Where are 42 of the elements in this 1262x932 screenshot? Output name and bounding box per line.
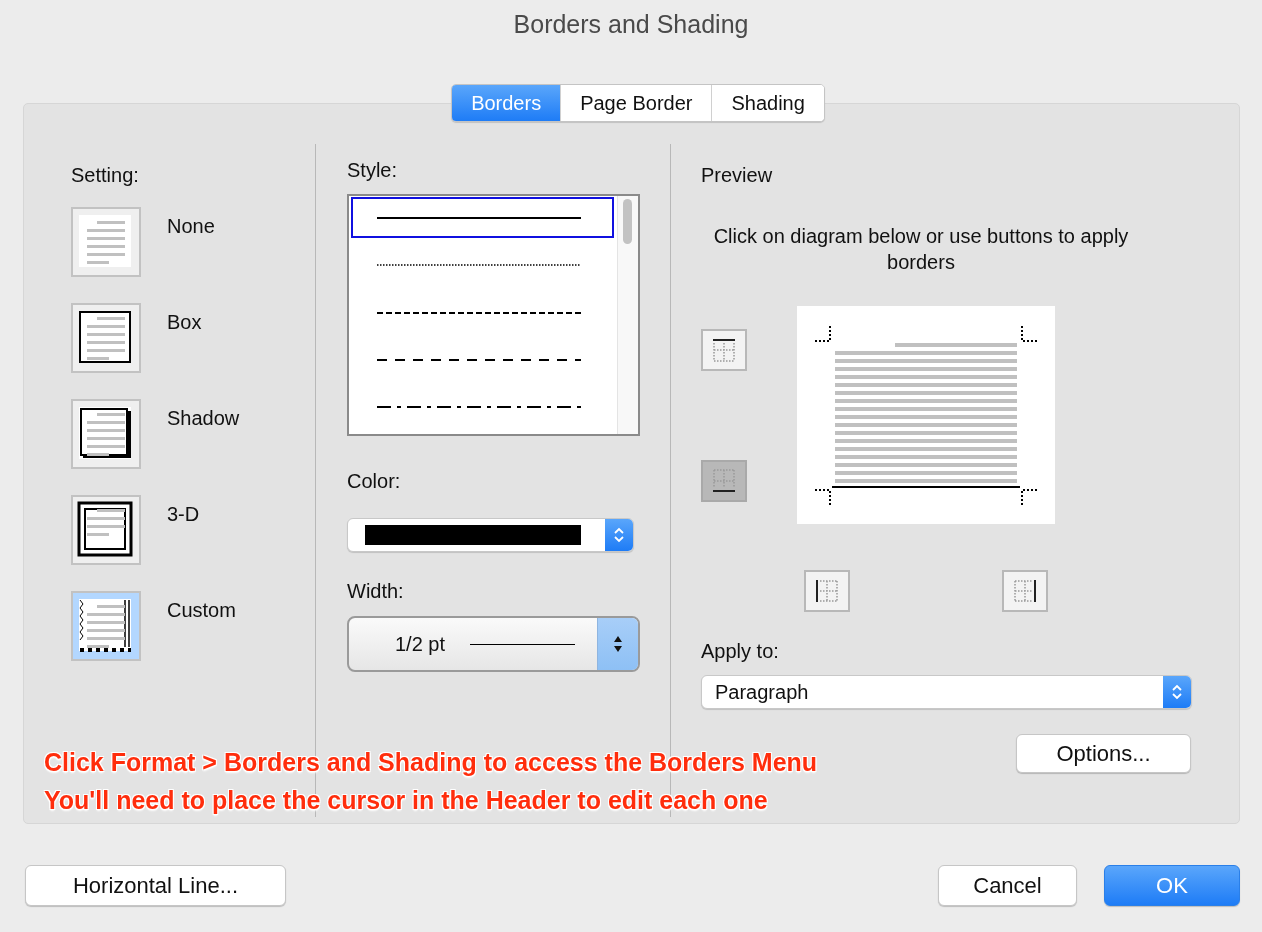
- right-border-button[interactable]: [1002, 570, 1048, 612]
- apply-to-label: Apply to:: [701, 640, 779, 663]
- setting-option[interactable]: [71, 399, 141, 469]
- setting-option[interactable]: [71, 303, 141, 373]
- left-border-button[interactable]: [804, 570, 850, 612]
- line-sample-icon: [377, 357, 581, 362]
- line-sample-icon: [377, 405, 581, 410]
- cancel-button[interactable]: Cancel: [938, 865, 1077, 906]
- line-sample-icon: [377, 310, 581, 315]
- line-sample-icon: [377, 215, 581, 220]
- setting-option[interactable]: [71, 495, 141, 565]
- options-button[interactable]: Options...: [1016, 734, 1191, 773]
- scroll-thumb[interactable]: [623, 199, 632, 244]
- setting-option-label: None: [167, 215, 215, 238]
- page-three-d-icon: [77, 501, 135, 559]
- annotation-text: Click Format > Borders and Shading to access the Borders Menu: [44, 747, 818, 778]
- preview-instruction: Click on diagram below or use buttons to apply borders: [712, 224, 1130, 275]
- color-dropdown[interactable]: [347, 518, 634, 552]
- width-dropdown[interactable]: 1/2 pt: [347, 616, 640, 672]
- color-label: Color:: [347, 470, 401, 493]
- window-title: Borders and Shading: [513, 9, 749, 39]
- chevron-updown-icon: [613, 526, 625, 544]
- up-down-arrows-icon: [613, 634, 623, 654]
- setting-option-label: Box: [167, 311, 202, 334]
- chevron-updown-icon: [1171, 683, 1183, 701]
- apply-to-dropdown[interactable]: Paragraph: [701, 675, 1192, 709]
- setting-option-label: Custom: [167, 599, 236, 622]
- horizontal-line-button[interactable]: Horizontal Line...: [25, 865, 286, 906]
- line-sample-icon: [377, 263, 581, 268]
- top-border-button[interactable]: [701, 329, 747, 371]
- style-label: Style:: [347, 159, 398, 182]
- setting-option-label: 3-D: [167, 503, 200, 526]
- line-style-option[interactable]: [351, 197, 614, 239]
- setting-label: Setting:: [71, 164, 139, 187]
- annotation-text: You'll need to place the cursor in the Header to edit each one: [44, 785, 769, 816]
- bottom-border-button[interactable]: [701, 460, 747, 502]
- setting-option[interactable]: [71, 591, 141, 661]
- preview-label: Preview: [701, 164, 773, 187]
- setting-option-label: Shadow: [167, 407, 240, 430]
- tab[interactable]: Page Border: [560, 85, 712, 121]
- tab[interactable]: Shading: [711, 85, 824, 121]
- width-label: Width:: [347, 580, 404, 603]
